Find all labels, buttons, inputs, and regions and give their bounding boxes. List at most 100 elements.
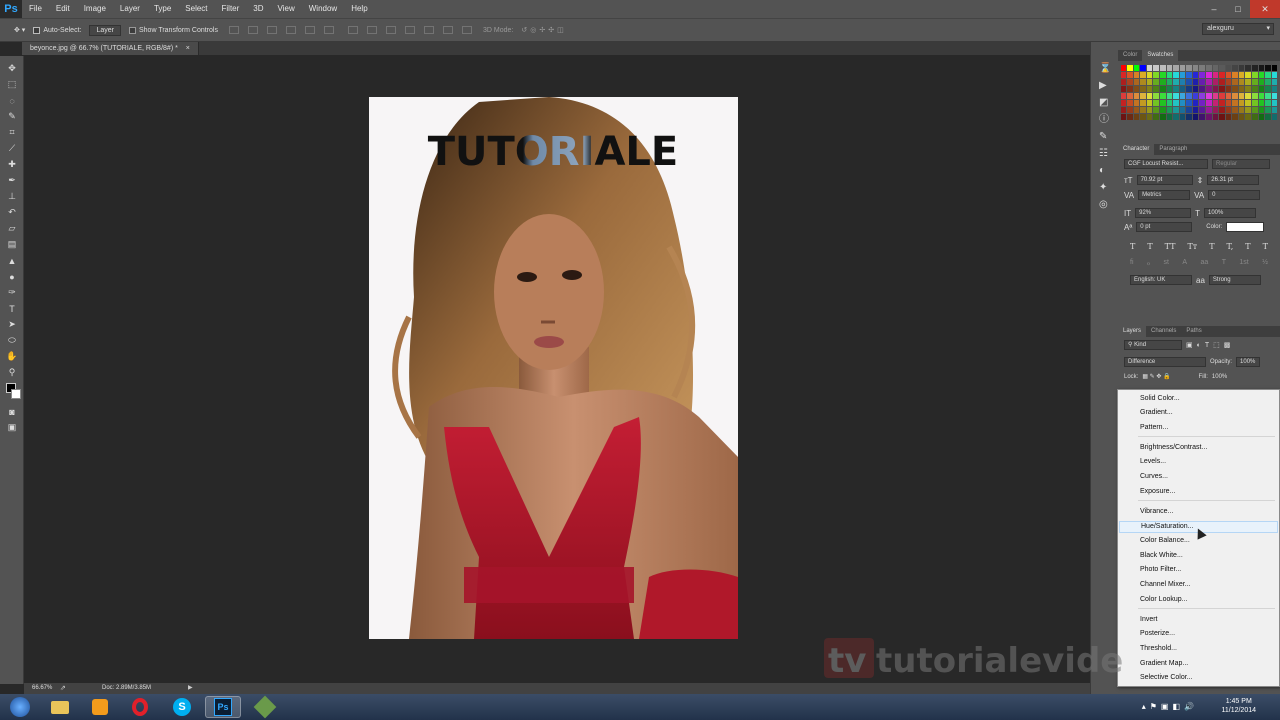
opentype-button[interactable]: A — [1182, 259, 1187, 267]
blend-mode-dropdown[interactable]: Difference — [1124, 357, 1206, 367]
type-style-button[interactable]: T, — [1227, 242, 1234, 251]
adjustments-panel-icon[interactable]: ◐ — [1099, 162, 1110, 179]
drag-3d-icon[interactable]: ✢ — [539, 26, 545, 34]
crop-tool-icon[interactable]: ⌗ — [4, 125, 20, 140]
baseline-shift-field[interactable]: 0 pt — [1136, 222, 1193, 232]
gradient-tool-icon[interactable]: ▤ — [4, 237, 20, 252]
start-button[interactable] — [2, 696, 38, 718]
taskbar-skype[interactable]: S — [164, 696, 200, 718]
taskbar-explorer[interactable] — [42, 696, 78, 718]
distribute-hcenter-icon[interactable] — [423, 26, 434, 34]
brush-tool-icon[interactable]: ✒ — [4, 173, 20, 188]
opentype-button[interactable]: fi — [1130, 259, 1134, 267]
hand-tool-icon[interactable]: ✋ — [4, 349, 20, 364]
tracking-field[interactable]: 0 — [1208, 190, 1261, 200]
language-dropdown[interactable]: English: UK — [1130, 275, 1192, 285]
tab-close-icon[interactable]: × — [186, 45, 190, 52]
tab-color[interactable]: Color — [1118, 50, 1142, 61]
menu-item-pattern[interactable]: Pattern... — [1140, 423, 1168, 433]
menu-file[interactable]: File — [22, 0, 49, 18]
menu-item-levels[interactable]: Levels... — [1140, 457, 1166, 467]
marquee-tool-icon[interactable]: ⬚ — [4, 77, 20, 92]
shape-tool-icon[interactable]: ⬭ — [4, 333, 20, 348]
tab-swatches[interactable]: Swatches — [1142, 50, 1179, 61]
document-canvas[interactable]: TUTORIALE — [369, 97, 738, 639]
menu-item-color-balance[interactable]: Color Balance... — [1140, 536, 1190, 546]
menu-item-gradient[interactable]: Gradient... — [1140, 408, 1173, 418]
type-style-button[interactable]: T — [1245, 242, 1250, 251]
menu-select[interactable]: Select — [178, 0, 214, 18]
menu-item-posterize[interactable]: Posterize... — [1140, 629, 1175, 639]
taskbar-opera[interactable] — [122, 696, 158, 718]
menu-edit[interactable]: Edit — [49, 0, 77, 18]
dodge-tool-icon[interactable]: ● — [4, 269, 20, 284]
workspace-dropdown[interactable]: alexguru ▾ — [1202, 23, 1274, 35]
quick-selection-tool-icon[interactable]: ✎ — [4, 109, 20, 124]
tab-paragraph[interactable]: Paragraph — [1154, 144, 1192, 155]
tab-character[interactable]: Character — [1118, 144, 1155, 155]
menu-window[interactable]: Window — [302, 0, 344, 18]
font-style-dropdown[interactable]: Regular — [1212, 159, 1270, 169]
opentype-button[interactable]: ½ — [1262, 259, 1268, 267]
menu-view[interactable]: View — [271, 0, 302, 18]
maximize-button[interactable]: □ — [1226, 0, 1250, 18]
actions-panel-icon[interactable]: ▶ — [1099, 77, 1110, 94]
horizontal-scale-field[interactable]: 100% — [1204, 208, 1256, 218]
kerning-dropdown[interactable]: Metrics — [1138, 190, 1191, 200]
zoom-tool-icon[interactable]: ⚲ — [4, 365, 20, 380]
vertical-scale-field[interactable]: 92% — [1135, 208, 1192, 218]
background-color[interactable] — [11, 389, 21, 399]
lock-icons[interactable]: ▦ ✎ ✥ 🔒 — [1142, 373, 1170, 380]
menu-item-threshold[interactable]: Threshold... — [1140, 644, 1177, 654]
roll-3d-icon[interactable]: ◎ — [530, 26, 536, 34]
info-panel-icon[interactable]: ⓘ — [1099, 111, 1110, 128]
opentype-button[interactable]: 1st — [1239, 259, 1248, 267]
menu-item-color-lookup[interactable]: Color Lookup... — [1140, 595, 1187, 605]
menu-item-vibrance[interactable]: Vibrance... — [1140, 507, 1173, 517]
align-left-icon[interactable] — [285, 26, 296, 34]
auto-align-icon[interactable] — [461, 26, 472, 34]
blur-tool-icon[interactable]: ▲ — [4, 253, 20, 268]
healing-brush-tool-icon[interactable]: ✚ — [4, 157, 20, 172]
orbit-3d-icon[interactable]: ↺ — [521, 26, 527, 34]
history-panel-icon[interactable]: ⌛ — [1099, 60, 1111, 77]
type-tool-icon[interactable]: T — [4, 301, 20, 316]
type-style-button[interactable]: TT — [1165, 242, 1176, 251]
type-style-button[interactable]: Tт — [1187, 242, 1197, 251]
menu-item-photo-filter[interactable]: Photo Filter... — [1140, 565, 1181, 575]
export-icon[interactable]: ⇗ — [60, 683, 66, 694]
menu-item-invert[interactable]: Invert — [1140, 615, 1158, 625]
close-button[interactable]: ✕ — [1250, 0, 1280, 18]
type-style-button[interactable]: T — [1209, 242, 1214, 251]
fill-field[interactable]: 100% — [1212, 374, 1227, 380]
distribute-bottom-icon[interactable] — [385, 26, 396, 34]
slide-3d-icon[interactable]: ✣ — [548, 26, 554, 34]
menu-item-curves[interactable]: Curves... — [1140, 472, 1168, 482]
move-tool-preset-icon[interactable]: ✥ ▾ — [0, 26, 29, 34]
menu-item-gradient-map[interactable]: Gradient Map... — [1140, 659, 1188, 669]
menu-help[interactable]: Help — [344, 0, 374, 18]
auto-select-target-dropdown[interactable]: Layer — [89, 24, 121, 36]
scale-3d-icon[interactable]: ◫ — [557, 26, 564, 34]
tab-layers[interactable]: Layers — [1118, 326, 1147, 337]
menu-item-selective-color[interactable]: Selective Color... — [1140, 673, 1193, 683]
show-transform-checkbox[interactable]: Show Transform Controls — [125, 26, 222, 34]
font-size-field[interactable]: 70.92 pt — [1136, 175, 1193, 185]
align-top-icon[interactable] — [228, 26, 239, 34]
type-style-button[interactable]: T — [1263, 242, 1268, 251]
menu-item-channel-mixer[interactable]: Channel Mixer... — [1140, 580, 1191, 590]
lasso-tool-icon[interactable]: ◌ — [4, 93, 20, 108]
menu-3d[interactable]: 3D — [246, 0, 270, 18]
menu-layer[interactable]: Layer — [113, 0, 147, 18]
type-style-button[interactable]: T — [1147, 242, 1152, 251]
antialias-dropdown[interactable]: Strong — [1208, 275, 1261, 285]
tab-paths[interactable]: Paths — [1181, 326, 1206, 337]
align-hcenter-icon[interactable] — [304, 26, 315, 34]
menu-item-exposure[interactable]: Exposure... — [1140, 487, 1175, 497]
menu-image[interactable]: Image — [77, 0, 113, 18]
swatches-grid[interactable] — [1118, 61, 1280, 123]
zoom-level[interactable]: 66.67% — [32, 683, 52, 694]
status-menu-arrow-icon[interactable]: ▶ — [188, 683, 193, 694]
text-color-swatch[interactable] — [1226, 222, 1265, 232]
auto-select-checkbox[interactable]: Auto-Select: — [29, 26, 85, 34]
